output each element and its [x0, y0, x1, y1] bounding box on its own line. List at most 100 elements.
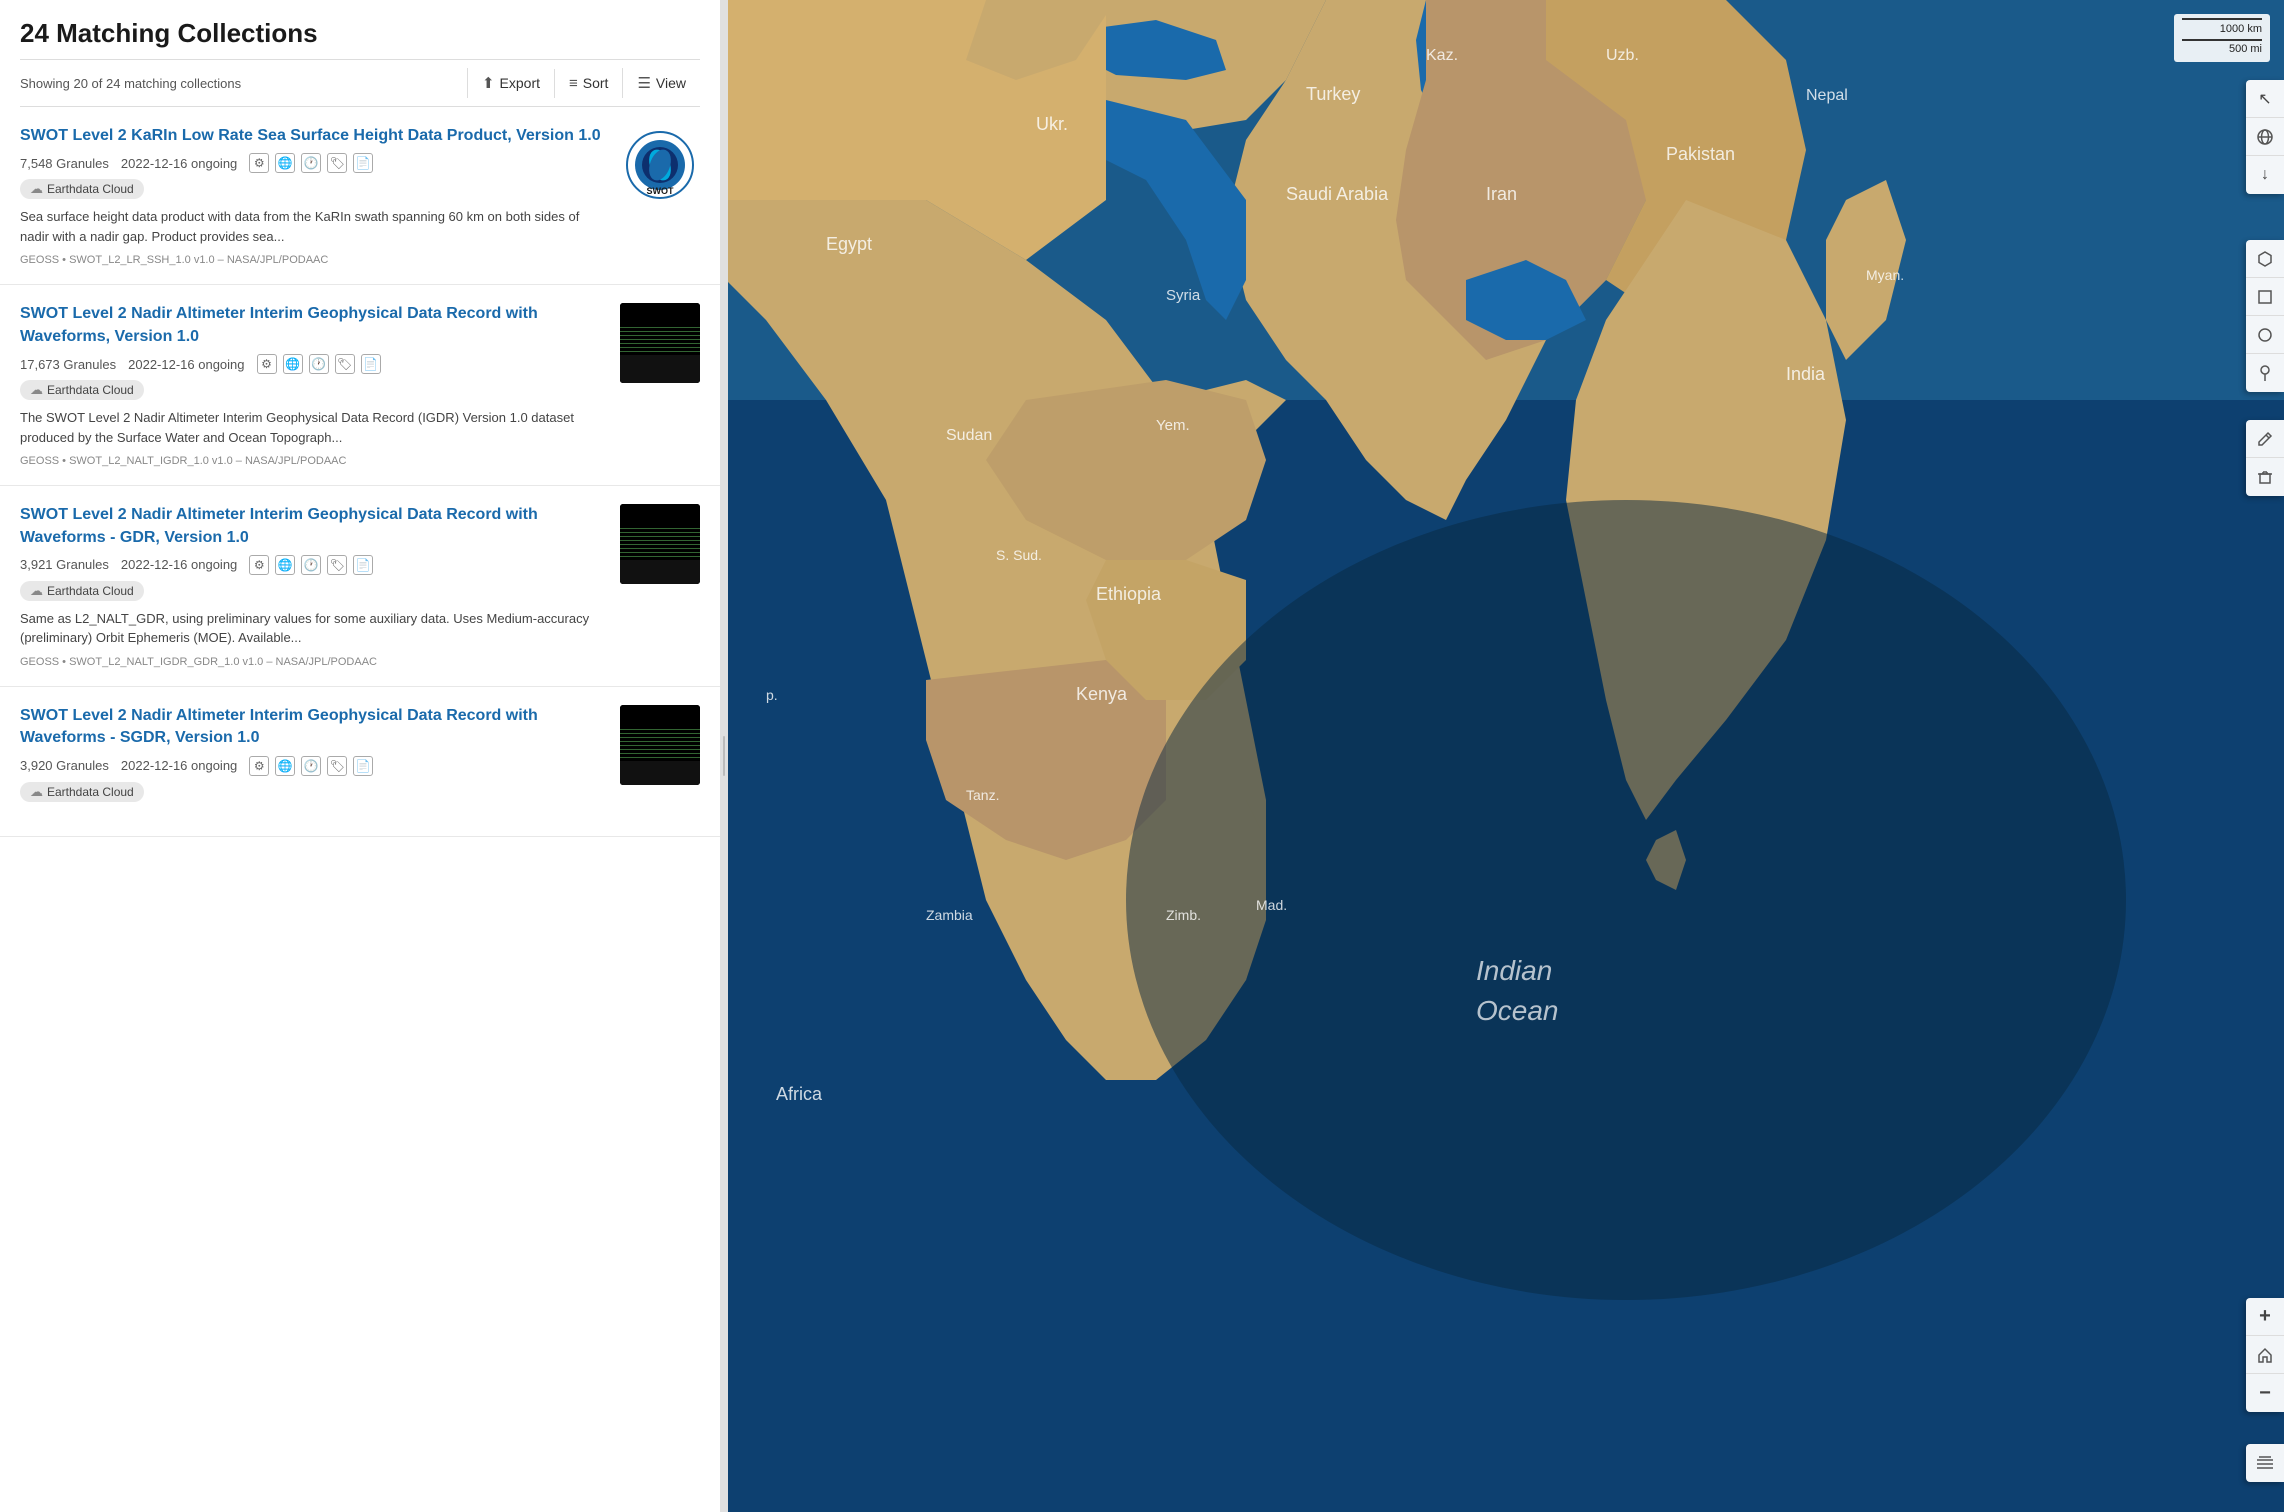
tag-icon[interactable]: 🏷	[327, 756, 347, 776]
cloud-icon: ☁	[30, 583, 43, 599]
left-panel: 24 Matching Collections Showing 20 of 24…	[0, 0, 720, 1512]
collection-description: Sea surface height data product with dat…	[20, 207, 608, 246]
svg-text:p.: p.	[766, 687, 778, 703]
globe-icon[interactable]: 🌐	[283, 354, 303, 374]
collection-content: SWOT Level 2 Nadir Altimeter Interim Geo…	[20, 504, 608, 668]
cloud-label: Earthdata Cloud	[47, 182, 134, 196]
clock-icon[interactable]: 🕐	[301, 756, 321, 776]
panel-header: 24 Matching Collections Showing 20 of 24…	[0, 0, 720, 107]
settings-icon[interactable]: ⚙	[249, 756, 269, 776]
svg-text:Pakistan: Pakistan	[1666, 144, 1735, 164]
cloud-badge: ☁ Earthdata Cloud	[20, 581, 144, 601]
square-tool-button[interactable]	[2246, 278, 2284, 316]
svg-text:Mad.: Mad.	[1256, 897, 1287, 913]
tag-icon[interactable]: 🏷	[327, 153, 347, 173]
swot-logo-svg: SWOT	[625, 130, 695, 200]
cloud-label: Earthdata Cloud	[47, 584, 134, 598]
collection-item[interactable]: SWOT Level 2 Nadir Altimeter Interim Geo…	[0, 486, 720, 687]
collection-title[interactable]: SWOT Level 2 Nadir Altimeter Interim Geo…	[20, 504, 608, 549]
sort-icon: ≡	[569, 75, 578, 92]
cloud-icon: ☁	[30, 784, 43, 800]
down-arrow-tool-button[interactable]: ↓	[2246, 156, 2284, 194]
svg-text:Turkey: Turkey	[1306, 84, 1360, 104]
zoom-controls: + −	[2246, 1298, 2284, 1412]
sort-label: Sort	[583, 75, 609, 91]
delete-tool-button[interactable]	[2246, 458, 2284, 496]
doc-icon[interactable]: 📄	[353, 153, 373, 173]
scale-bar-mi	[2182, 39, 2262, 41]
layers-toolbar	[2246, 1444, 2284, 1482]
map-area[interactable]: Ukr. Turkey Kaz. Uzb. Egypt Syria Saudi …	[728, 0, 2284, 1512]
cursor-tool-button[interactable]: ↖	[2246, 80, 2284, 118]
svg-text:S. Sud.: S. Sud.	[996, 547, 1042, 563]
settings-icon[interactable]: ⚙	[249, 153, 269, 173]
granule-count: 7,548 Granules	[20, 156, 109, 171]
toolbar: Showing 20 of 24 matching collections ⬆ …	[20, 59, 700, 107]
doc-icon[interactable]: 📄	[353, 756, 373, 776]
hexagon-icon	[2257, 251, 2273, 267]
scale-mi-label: 500 mi	[2229, 43, 2262, 55]
cloud-icon: ☁	[30, 181, 43, 197]
globe-icon[interactable]: 🌐	[275, 555, 295, 575]
collection-meta: 3,921 Granules 2022-12-16 ongoing ⚙ 🌐 🕐 …	[20, 555, 608, 575]
doc-icon[interactable]: 📄	[361, 354, 381, 374]
collection-item[interactable]: SWOT Level 2 Nadir Altimeter Interim Geo…	[0, 285, 720, 486]
export-button[interactable]: ⬆ Export	[467, 68, 554, 98]
svg-text:Ethiopia: Ethiopia	[1096, 584, 1162, 604]
map-toolbar-shapes: ↖ ↓	[2246, 80, 2284, 194]
svg-text:Egypt: Egypt	[826, 234, 872, 254]
collection-title[interactable]: SWOT Level 2 KaRIn Low Rate Sea Surface …	[20, 125, 608, 147]
svg-text:Kaz.: Kaz.	[1426, 47, 1458, 64]
edit-tool-button[interactable]	[2246, 420, 2284, 458]
svg-text:Saudi Arabia: Saudi Arabia	[1286, 184, 1389, 204]
collection-thumbnail: SWOT	[620, 125, 700, 205]
trash-icon	[2257, 469, 2273, 485]
map-toolbar-draw	[2246, 240, 2284, 392]
tag-icon[interactable]: 🏷	[335, 354, 355, 374]
svg-text:Indian: Indian	[1476, 955, 1552, 986]
meta-icons: ⚙ 🌐 🕐 🏷 📄	[257, 354, 381, 374]
panel-divider[interactable]	[720, 0, 728, 1512]
clock-icon[interactable]: 🕐	[309, 354, 329, 374]
collection-item[interactable]: SWOT Level 2 KaRIn Low Rate Sea Surface …	[0, 107, 720, 285]
layers-button[interactable]	[2246, 1444, 2284, 1482]
clock-icon[interactable]: 🕐	[301, 555, 321, 575]
granule-count: 3,920 Granules	[20, 758, 109, 773]
date-range: 2022-12-16 ongoing	[121, 156, 237, 171]
svg-text:Nepal: Nepal	[1806, 87, 1848, 104]
settings-icon[interactable]: ⚙	[257, 354, 277, 374]
home-button[interactable]	[2246, 1336, 2284, 1374]
svg-text:Ocean: Ocean	[1476, 995, 1559, 1026]
svg-text:India: India	[1786, 364, 1826, 384]
svg-text:Zimb.: Zimb.	[1166, 907, 1201, 923]
clock-icon[interactable]: 🕐	[301, 153, 321, 173]
globe-tool-icon	[2256, 128, 2274, 146]
meta-icons: ⚙ 🌐 🕐 🏷 📄	[249, 756, 373, 776]
doc-icon[interactable]: 📄	[353, 555, 373, 575]
view-button[interactable]: ☰ View	[622, 68, 700, 98]
granule-count: 17,673 Granules	[20, 357, 116, 372]
collection-tags: GEOSS • SWOT_L2_NALT_IGDR_1.0 v1.0 – NAS…	[20, 455, 608, 467]
pin-tool-button[interactable]	[2246, 354, 2284, 392]
collections-list: SWOT Level 2 KaRIn Low Rate Sea Surface …	[0, 107, 720, 1512]
collection-title[interactable]: SWOT Level 2 Nadir Altimeter Interim Geo…	[20, 705, 608, 750]
hexagon-tool-button[interactable]	[2246, 240, 2284, 278]
tag-icon[interactable]: 🏷	[327, 555, 347, 575]
circle-icon	[2257, 327, 2273, 343]
cloud-badge: ☁ Earthdata Cloud	[20, 179, 144, 199]
globe-tool-button[interactable]	[2246, 118, 2284, 156]
map-svg: Ukr. Turkey Kaz. Uzb. Egypt Syria Saudi …	[728, 0, 2284, 1512]
circle-tool-button[interactable]	[2246, 316, 2284, 354]
collection-item[interactable]: SWOT Level 2 Nadir Altimeter Interim Geo…	[0, 687, 720, 837]
globe-icon[interactable]: 🌐	[275, 153, 295, 173]
collection-title[interactable]: SWOT Level 2 Nadir Altimeter Interim Geo…	[20, 303, 608, 348]
sort-button[interactable]: ≡ Sort	[554, 69, 622, 98]
export-icon: ⬆	[482, 74, 495, 92]
zoom-in-button[interactable]: +	[2246, 1298, 2284, 1336]
globe-icon[interactable]: 🌐	[275, 756, 295, 776]
svg-text:Tanz.: Tanz.	[966, 787, 999, 803]
panel-title: 24 Matching Collections	[20, 18, 700, 49]
settings-icon[interactable]: ⚙	[249, 555, 269, 575]
zoom-out-button[interactable]: −	[2246, 1374, 2284, 1412]
svg-text:Ukr.: Ukr.	[1036, 114, 1068, 134]
